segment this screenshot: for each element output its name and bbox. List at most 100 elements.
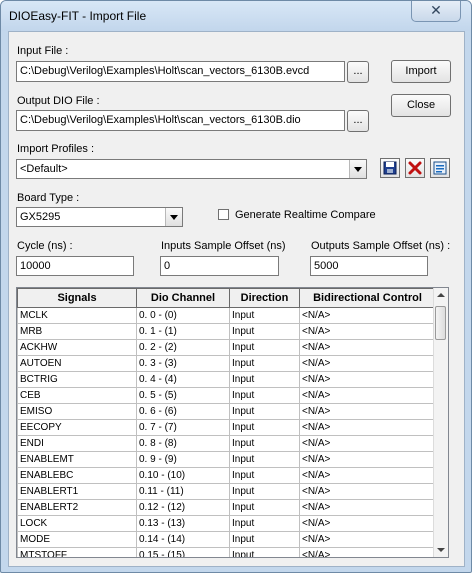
close-button[interactable]: Close <box>391 94 451 117</box>
table-cell[interactable]: Input <box>229 339 300 356</box>
table-cell[interactable]: 0. 7 - (7) <box>136 419 230 436</box>
table-row[interactable]: MCLK 0. 0 - (0) Input <N/A> <box>17 307 436 324</box>
realtime-compare-label[interactable]: Generate Realtime Compare <box>235 209 376 221</box>
table-row[interactable]: CEB 0. 5 - (5) Input <N/A> <box>17 387 436 404</box>
table-cell[interactable]: MCLK <box>17 307 137 324</box>
table-cell[interactable]: Input <box>229 403 300 420</box>
table-cell[interactable]: <N/A> <box>299 307 436 324</box>
table-cell[interactable]: <N/A> <box>299 483 436 500</box>
table-cell[interactable]: <N/A> <box>299 547 436 557</box>
table-cell[interactable]: AUTOEN <box>17 355 137 372</box>
inputs-offset-field[interactable]: 0 <box>160 256 279 276</box>
signals-table[interactable]: Signals Dio Channel Direction Bidirectional… <box>16 287 449 558</box>
table-cell[interactable]: <N/A> <box>299 339 436 356</box>
cycle-field[interactable]: 10000 <box>16 256 134 276</box>
output-file-field[interactable]: C:\Debug\Verilog\Examples\Holt\scan_vect… <box>16 110 345 131</box>
table-cell[interactable]: 0. 2 - (2) <box>136 339 230 356</box>
table-cell[interactable]: ENABLEBC <box>17 467 137 484</box>
table-row[interactable]: EECOPY 0. 7 - (7) Input <N/A> <box>17 419 436 436</box>
table-cell[interactable]: EMISO <box>17 403 137 420</box>
table-row[interactable]: ACKHW 0. 2 - (2) Input <N/A> <box>17 339 436 356</box>
board-type-dropdown[interactable]: GX5295 <box>16 207 183 227</box>
table-row[interactable]: ENDI 0. 8 - (8) Input <N/A> <box>17 435 436 452</box>
table-cell[interactable]: ENDI <box>17 435 137 452</box>
table-cell[interactable]: Input <box>229 323 300 340</box>
table-cell[interactable]: MTSTOFF <box>17 547 137 557</box>
table-cell[interactable]: 0. 4 - (4) <box>136 371 230 388</box>
title-bar[interactable]: DIOEasy-FIT - Import File ✕ <box>1 1 471 31</box>
column-header[interactable]: Bidirectional Control <box>299 288 436 308</box>
table-cell[interactable]: ENABLERT1 <box>17 483 137 500</box>
input-file-browse-button[interactable]: ... <box>347 61 369 83</box>
table-row[interactable]: MODE 0.14 - (14) Input <N/A> <box>17 531 436 548</box>
column-header[interactable]: Signals <box>17 288 137 308</box>
vertical-scrollbar[interactable] <box>433 288 448 557</box>
save-profile-button[interactable] <box>380 158 400 178</box>
table-cell[interactable]: 0.13 - (13) <box>136 515 230 532</box>
column-header[interactable]: Dio Channel <box>136 288 230 308</box>
table-cell[interactable]: 0. 3 - (3) <box>136 355 230 372</box>
table-cell[interactable]: <N/A> <box>299 371 436 388</box>
realtime-compare-checkbox[interactable] <box>218 209 229 220</box>
table-cell[interactable]: Input <box>229 355 300 372</box>
table-cell[interactable]: CEB <box>17 387 137 404</box>
chevron-down-icon[interactable] <box>165 208 182 226</box>
table-cell[interactable]: 0. 8 - (8) <box>136 435 230 452</box>
table-cell[interactable]: Input <box>229 419 300 436</box>
table-row[interactable]: MRB 0. 1 - (1) Input <N/A> <box>17 323 436 340</box>
table-cell[interactable]: <N/A> <box>299 387 436 404</box>
table-cell[interactable]: 0. 9 - (9) <box>136 451 230 468</box>
table-cell[interactable]: 0. 6 - (6) <box>136 403 230 420</box>
table-cell[interactable]: Input <box>229 515 300 532</box>
table-cell[interactable]: BCTRIG <box>17 371 137 388</box>
table-cell[interactable]: ACKHW <box>17 339 137 356</box>
table-cell[interactable]: 0.10 - (10) <box>136 467 230 484</box>
table-cell[interactable]: <N/A> <box>299 323 436 340</box>
table-cell[interactable]: 0.14 - (14) <box>136 531 230 548</box>
table-cell[interactable]: Input <box>229 467 300 484</box>
table-cell[interactable]: <N/A> <box>299 467 436 484</box>
table-cell[interactable]: Input <box>229 307 300 324</box>
table-cell[interactable]: <N/A> <box>299 515 436 532</box>
table-cell[interactable]: <N/A> <box>299 451 436 468</box>
table-cell[interactable]: Input <box>229 387 300 404</box>
table-cell[interactable]: EECOPY <box>17 419 137 436</box>
table-cell[interactable]: LOCK <box>17 515 137 532</box>
scroll-up-icon[interactable] <box>434 288 448 302</box>
table-cell[interactable]: Input <box>229 451 300 468</box>
table-cell[interactable]: Input <box>229 531 300 548</box>
import-button[interactable]: Import <box>391 60 451 83</box>
edit-profile-button[interactable] <box>430 158 450 178</box>
table-cell[interactable]: Input <box>229 483 300 500</box>
table-cell[interactable]: ENABLEMT <box>17 451 137 468</box>
table-cell[interactable]: MRB <box>17 323 137 340</box>
scroll-down-icon[interactable] <box>434 543 448 557</box>
table-cell[interactable]: <N/A> <box>299 355 436 372</box>
table-cell[interactable]: <N/A> <box>299 499 436 516</box>
table-cell[interactable]: 0.15 - (15) <box>136 547 230 557</box>
table-row[interactable]: ENABLERT1 0.11 - (11) Input <N/A> <box>17 483 436 500</box>
table-cell[interactable]: <N/A> <box>299 531 436 548</box>
table-cell[interactable]: 0.12 - (12) <box>136 499 230 516</box>
table-row[interactable]: BCTRIG 0. 4 - (4) Input <N/A> <box>17 371 436 388</box>
import-profiles-dropdown[interactable]: <Default> <box>16 159 367 179</box>
table-cell[interactable]: Input <box>229 499 300 516</box>
column-header[interactable]: Direction <box>229 288 300 308</box>
outputs-offset-field[interactable]: 5000 <box>310 256 428 276</box>
table-cell[interactable]: 0. 1 - (1) <box>136 323 230 340</box>
table-row[interactable]: EMISO 0. 6 - (6) Input <N/A> <box>17 403 436 420</box>
table-cell[interactable]: 0.11 - (11) <box>136 483 230 500</box>
table-cell[interactable]: 0. 5 - (5) <box>136 387 230 404</box>
table-cell[interactable]: Input <box>229 547 300 557</box>
table-row[interactable]: ENABLEBC 0.10 - (10) Input <N/A> <box>17 467 436 484</box>
input-file-field[interactable]: C:\Debug\Verilog\Examples\Holt\scan_vect… <box>16 61 345 82</box>
table-cell[interactable]: MODE <box>17 531 137 548</box>
chevron-down-icon[interactable] <box>349 160 366 178</box>
table-cell[interactable]: <N/A> <box>299 403 436 420</box>
table-cell[interactable]: Input <box>229 371 300 388</box>
table-row[interactable]: ENABLEMT 0. 9 - (9) Input <N/A> <box>17 451 436 468</box>
scroll-thumb[interactable] <box>435 306 446 340</box>
table-cell[interactable]: <N/A> <box>299 435 436 452</box>
output-file-browse-button[interactable]: ... <box>347 110 369 132</box>
table-row[interactable]: ENABLERT2 0.12 - (12) Input <N/A> <box>17 499 436 516</box>
